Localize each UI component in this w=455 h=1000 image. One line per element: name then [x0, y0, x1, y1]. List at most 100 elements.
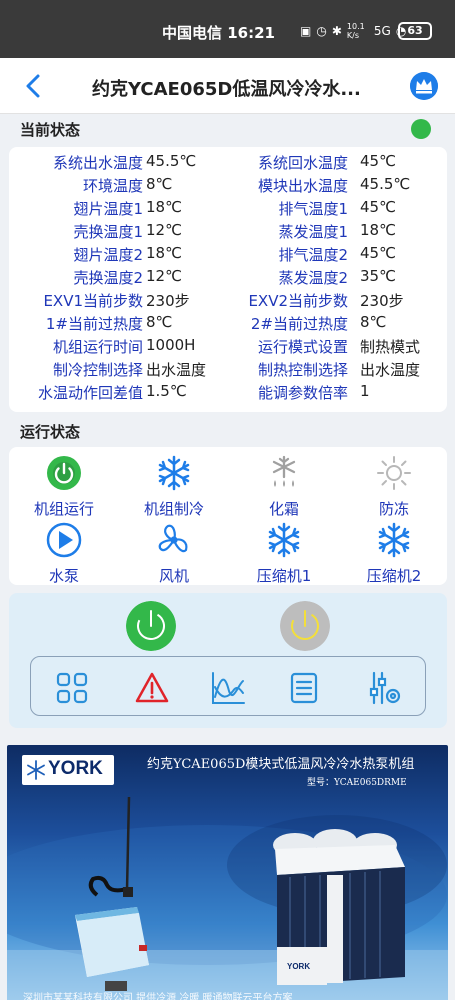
status-item-antifreeze: 防冻 [339, 455, 449, 519]
param-value: 45.5℃ [146, 152, 197, 170]
param-label: 机组运行时间 [52, 338, 143, 356]
defrost-icon [272, 455, 296, 487]
param-label: EXV1当前步数 [43, 292, 143, 310]
param-label: 1#当前过热度 [45, 315, 143, 333]
status-item-label: 防冻 [378, 500, 409, 518]
grid-icon[interactable] [55, 671, 89, 705]
param-value: 1000H [146, 336, 196, 354]
status-item-label: 机组制冷 [143, 500, 204, 518]
param-label: 系统回水温度 [257, 154, 348, 172]
network-speed: 10.1 K/s [346, 22, 365, 40]
param-label: 壳换温度1 [73, 223, 143, 241]
product-banner[interactable]: YORK 约克YCAE065D模块式低温风冷冷水热泵机组 型号：YCAE065D… [7, 745, 448, 1000]
param-value: 1.5℃ [146, 382, 187, 400]
sun-icon [377, 456, 411, 490]
param-value: 出水温度 [146, 361, 207, 379]
param-row: 制冷控制选择 出水温度 制热控制选择 出水温度 [9, 359, 447, 382]
param-value: 出水温度 [360, 361, 421, 379]
param-label: 运行模式设置 [257, 338, 348, 356]
power-off-button[interactable] [280, 601, 330, 651]
york-unit-label: YORK [287, 962, 310, 971]
param-label: 模块出水温度 [257, 177, 348, 195]
param-value: 18℃ [360, 221, 396, 239]
param-value: 35℃ [360, 267, 396, 285]
page-title: 约克YCAE065D低温风冷冷水... [92, 79, 361, 100]
status-bar: 中国电信 16:21 ▣ ◷ ✱ 10.1 K/s 5G ◔ 63 [0, 0, 455, 58]
params-card: 系统出水温度 45.5℃ 系统回水温度 45℃ 环境温度 8℃ 模块出水温度 4… [9, 147, 447, 412]
snowflake-icon [158, 455, 190, 491]
param-label: 水温动作回差值 [37, 384, 143, 402]
status-item-label: 压缩机1 [256, 567, 312, 585]
play-icon [46, 522, 82, 558]
param-label: 壳换温度2 [73, 269, 143, 287]
param-label: 能调参数倍率 [257, 384, 348, 402]
snowflake-icon [268, 522, 300, 558]
nfc-icon: ▣ [300, 24, 312, 38]
param-label: 翅片温度1 [73, 200, 143, 218]
param-label: EXV2当前步数 [248, 292, 348, 310]
status-item-defrost: 化霜 [229, 455, 339, 519]
status-icons: ▣ ◷ ✱ 10.1 K/s 5G ◔ [300, 22, 406, 40]
param-row: 壳换温度1 12℃ 蒸发温度1 18℃ [9, 221, 447, 244]
list-icon[interactable] [287, 671, 321, 705]
status-item-label: 化霜 [268, 500, 299, 518]
status-item-unit-running: 机组运行 [9, 455, 119, 519]
param-value: 230步 [146, 292, 190, 310]
status-item-label: 水泵 [48, 567, 79, 585]
crown-icon[interactable] [410, 72, 438, 100]
chart-icon[interactable] [211, 671, 245, 705]
alarm-icon: ◷ [316, 24, 327, 38]
run-status-title: 运行状态 [20, 423, 81, 441]
param-label: 制冷控制选择 [52, 361, 143, 379]
online-status-indicator [411, 119, 431, 139]
param-row: 水温动作回差值 1.5℃ 能调参数倍率 1 [9, 382, 447, 405]
banner-model: 型号：YCAE065DRME [307, 778, 407, 788]
power-on-button[interactable] [126, 601, 176, 651]
fan-icon [158, 524, 188, 553]
param-value: 8℃ [360, 313, 387, 331]
param-value: 8℃ [146, 313, 173, 331]
function-toolbar [30, 656, 426, 716]
status-item-fan: 风机 [119, 522, 229, 586]
param-label: 排气温度2 [278, 246, 348, 264]
param-value: 45℃ [360, 244, 396, 262]
app-header: 约克YCAE065D低温风冷冷水... [0, 58, 455, 114]
power-on-icon [47, 456, 81, 490]
param-label: 系统出水温度 [52, 154, 143, 172]
param-label: 制热控制选择 [257, 361, 348, 379]
param-row: 机组运行时间 1000H 运行模式设置 制热模式 [9, 336, 447, 359]
snowflake-icon [378, 522, 410, 558]
battery-indicator: 63 [398, 22, 432, 40]
param-label: 蒸发温度2 [278, 269, 348, 287]
signal-icon: 5G [373, 24, 391, 38]
status-item-compressor-1: 压缩机1 [229, 522, 339, 586]
back-arrow-icon[interactable] [22, 72, 46, 100]
param-value: 45℃ [360, 198, 396, 216]
control-panel [9, 593, 447, 728]
param-label: 蒸发温度1 [278, 223, 348, 241]
param-row: 环境温度 8℃ 模块出水温度 45.5℃ [9, 175, 447, 198]
param-label: 2#当前过热度 [250, 315, 348, 333]
york-logo: YORK [22, 755, 114, 785]
param-row: 1#当前过热度 8℃ 2#当前过热度 8℃ [9, 313, 447, 336]
param-value: 12℃ [146, 267, 182, 285]
york-logo-text: YORK [48, 758, 103, 779]
settings-sliders-icon[interactable] [367, 671, 401, 705]
status-item-label: 风机 [158, 567, 189, 585]
banner-title: 约克YCAE065D模块式低温风冷冷水热泵机组 [147, 757, 415, 772]
alarm-warning-icon[interactable] [135, 671, 169, 705]
current-status-title: 当前状态 [20, 121, 81, 139]
status-item-compressor-2: 压缩机2 [339, 522, 449, 586]
param-label: 环境温度 [82, 177, 143, 195]
chiller-unit-image: YORK [273, 829, 405, 985]
param-value: 18℃ [146, 244, 182, 262]
param-value: 12℃ [146, 221, 182, 239]
param-row: 系统出水温度 45.5℃ 系统回水温度 45℃ [9, 152, 447, 175]
param-row: 壳换温度2 12℃ 蒸发温度2 35℃ [9, 267, 447, 290]
param-value: 8℃ [146, 175, 173, 193]
param-value: 18℃ [146, 198, 182, 216]
bluetooth-icon: ✱ [331, 24, 342, 38]
status-item-label: 机组运行 [33, 500, 94, 518]
param-label: 排气温度1 [278, 200, 348, 218]
banner-footer: 深圳市某某科技有限公司 提供冷源 冷暖 暖通物联云平台方案 [23, 993, 293, 1000]
